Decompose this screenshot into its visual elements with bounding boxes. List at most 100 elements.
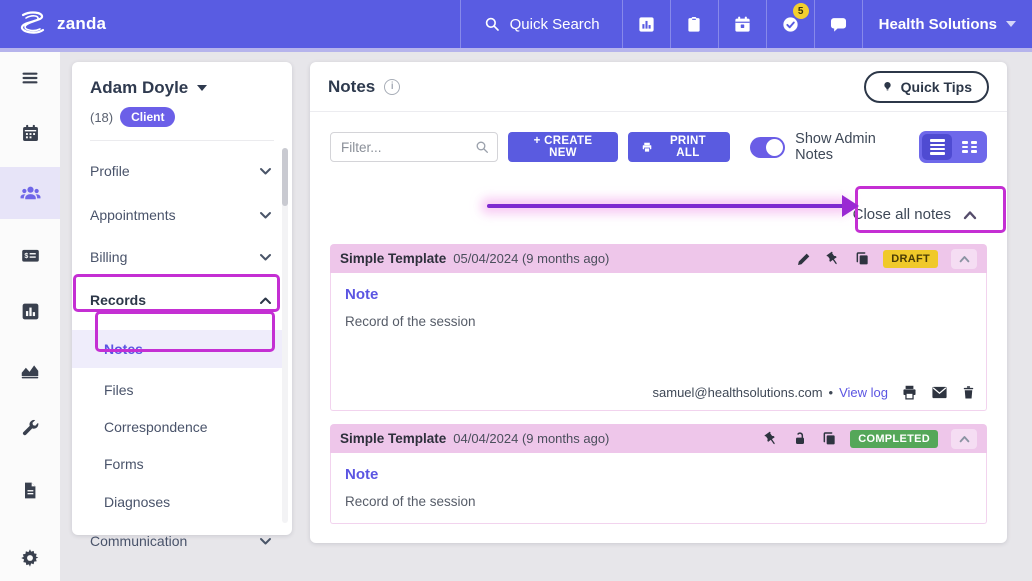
document-icon [20,480,40,501]
calendar-icon [20,123,41,144]
sidebar-item-reports[interactable] [0,288,60,334]
page-title: Notes [328,77,375,97]
svg-text:$: $ [24,252,28,259]
status-badge: DRAFT [883,250,938,268]
chevron-down-icon [259,253,272,262]
list-view-button[interactable] [922,134,952,160]
list-view-icon [930,139,945,155]
brand-logo[interactable]: zanda [0,10,106,38]
sidebar-item-communication[interactable]: Communication [72,528,292,554]
grid-view-button[interactable] [954,134,984,160]
print-all-label: PRINT ALL [659,135,717,159]
sidebar-item-records[interactable]: Records [72,287,292,313]
scrollbar[interactable] [282,148,288,523]
sidebar-item-settings[interactable] [0,535,60,581]
sidebar-item-forms[interactable]: Forms [72,451,292,477]
note-date: 05/04/2024 (9 months ago) [453,251,609,266]
client-name-dropdown[interactable]: Adam Doyle [90,78,274,98]
sidebar-item-diagnoses[interactable]: Diagnoses [72,489,292,515]
copy-icon[interactable] [854,251,870,267]
sidebar-item-correspondence[interactable]: Correspondence [72,414,292,440]
account-menu[interactable]: Health Solutions [862,0,1032,48]
gear-icon [19,547,41,569]
quick-tips-label: Quick Tips [901,79,972,95]
topbar-accent-strip [0,48,1032,52]
sidebar-item-invoices[interactable]: $ [0,232,60,278]
search-icon [483,15,501,33]
chat-bubble-icon [829,15,848,34]
note-header[interactable]: Simple Template 05/04/2024 (9 months ago… [330,244,987,273]
menu-label: Appointments [90,207,176,223]
pin-icon[interactable] [760,427,782,449]
note-header[interactable]: Simple Template 04/04/2024 (9 months ago… [330,424,987,453]
sidebar-item-files[interactable]: Files [72,377,292,403]
menu-label: Forms [104,456,144,472]
collapse-note-button[interactable] [951,249,977,269]
app-window: zanda Quick Search [0,0,1032,581]
note-date: 04/04/2024 (9 months ago) [453,431,609,446]
calendar-icon [733,15,752,34]
show-admin-notes-toggle[interactable] [750,137,785,158]
menu-label: Notes [104,341,143,357]
view-log-link[interactable]: View log [839,385,888,400]
chevron-up-icon [959,435,970,443]
filter-input[interactable] [330,132,498,162]
sidebar-item-calendar[interactable] [0,110,60,156]
sidebar-item-billing[interactable]: Billing [72,244,292,270]
reports-button[interactable] [622,0,670,48]
sidebar-item-notes[interactable]: Notes [72,336,292,362]
menu-toggle-button[interactable] [0,55,60,101]
calendar-button[interactable] [718,0,766,48]
filter-field-wrap [330,132,498,162]
create-new-button[interactable]: + CREATE NEW [508,132,618,162]
toggle-knob [766,139,783,156]
note-text: Record of the session [331,483,986,509]
sidebar-item-profile[interactable]: Profile [72,158,292,184]
notes-toolbar: + CREATE NEW PRINT ALL Show Admin Notes [330,132,987,162]
chevron-down-icon [259,211,272,220]
note-template-name: Simple Template [340,251,446,266]
sidebar-item-clients[interactable] [0,167,60,219]
chevron-down-icon [1006,21,1016,27]
sidebar-item-documents[interactable] [0,467,60,513]
chevron-up-icon [259,296,272,305]
scrollbar-thumb[interactable] [282,148,288,206]
grid-view-icon [962,141,977,152]
menu-label: Files [104,382,134,398]
note-template-name: Simple Template [340,431,446,446]
messages-button[interactable] [814,0,862,48]
tasks-button[interactable]: 5 [766,0,814,48]
status-badge: COMPLETED [850,430,938,448]
separator-dot: • [829,385,834,400]
sidebar-item-tools[interactable] [0,405,60,451]
bar-chart-icon [20,301,41,322]
chevron-up-icon [963,210,977,220]
clipboard-icon [685,15,703,34]
copy-icon[interactable] [821,431,837,447]
sidebar-item-appointments[interactable]: Appointments [72,202,292,228]
info-icon[interactable]: i [384,79,400,95]
email-note-icon[interactable] [931,385,948,400]
icon-sidebar: $ [0,52,60,581]
sidebar-item-analytics[interactable] [0,347,60,393]
view-switcher [919,131,987,163]
chevron-down-icon [259,537,272,546]
clipboard-button[interactable] [670,0,718,48]
quick-tips-button[interactable]: Quick Tips [864,71,989,103]
zanda-logo-icon [16,10,48,38]
edit-pencil-icon[interactable] [796,251,812,267]
delete-note-icon[interactable] [961,384,976,401]
note-card: Simple Template 04/04/2024 (9 months ago… [330,424,987,524]
print-note-icon[interactable] [901,384,918,401]
note-author-email: samuel@healthsolutions.com [653,385,823,400]
quick-search-button[interactable]: Quick Search [460,0,622,48]
chevron-down-icon [259,167,272,176]
unlock-icon[interactable] [792,431,808,447]
pin-icon[interactable] [822,247,844,269]
collapse-note-button[interactable] [951,429,977,449]
note-body: Note Record of the session [330,453,987,524]
close-all-notes-button[interactable]: Close all notes [853,206,977,223]
note-card: Simple Template 05/04/2024 (9 months ago… [330,244,987,411]
quick-search-label: Quick Search [510,16,600,33]
print-all-button[interactable]: PRINT ALL [628,132,730,162]
